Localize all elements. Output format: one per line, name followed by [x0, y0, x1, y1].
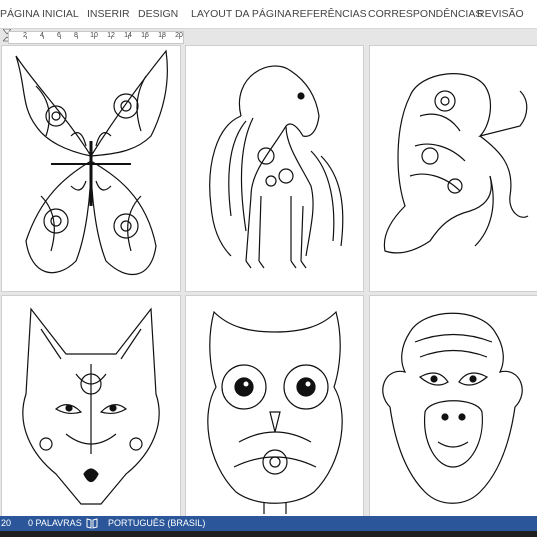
document-pages-area[interactable] [0, 44, 537, 516]
tab-revisao[interactable]: REVISÃO [477, 8, 524, 20]
tab-layout-da-pagina[interactable]: LAYOUT DA PÁGINA [191, 8, 292, 20]
page-elephant[interactable] [370, 46, 537, 291]
book-check-icon[interactable] [86, 517, 98, 531]
page-monkey[interactable] [370, 296, 537, 516]
ruler-tick [93, 36, 95, 39]
horse-mandala-icon [209, 65, 344, 269]
butterfly-mandala-icon [15, 49, 168, 276]
elephant-mandala-icon [383, 73, 529, 254]
word-count-status[interactable]: 0 PALAVRAS [28, 518, 82, 528]
ruler-tick [145, 36, 147, 39]
ruler-tick [59, 36, 61, 39]
ribbon-tabs: PÁGINA INICIAL INSERIR DESIGN LAYOUT DA … [0, 0, 537, 29]
horizontal-ruler[interactable]: 2 4 6 8 10 12 14 16 18 20 [0, 29, 537, 44]
tab-referencias[interactable]: REFERÊNCIAS [292, 8, 367, 20]
ruler-scale: 2 4 6 8 10 12 14 16 18 20 [8, 31, 184, 44]
tab-pagina-inicial[interactable]: PÁGINA INICIAL [0, 8, 79, 20]
ruler-tick [162, 36, 164, 39]
page-count-status[interactable]: 20 [1, 518, 11, 528]
page-butterfly[interactable] [2, 46, 180, 291]
ruler-tick [42, 36, 44, 39]
language-status[interactable]: PORTUGUÊS (BRASIL) [108, 518, 205, 528]
page-horse[interactable] [186, 46, 363, 291]
owl-mandala-icon [207, 310, 343, 514]
taskbar-strip [0, 531, 537, 537]
ruler-tick [128, 36, 130, 39]
fox-mandala-icon [22, 307, 160, 505]
page-fox[interactable] [2, 296, 180, 516]
tab-inserir[interactable]: INSERIR [87, 8, 130, 20]
ruler-tick [179, 36, 181, 39]
ruler-tick [76, 36, 78, 39]
page-owl[interactable] [186, 296, 363, 516]
ruler-tick [111, 36, 113, 39]
status-bar: 20 0 PALAVRAS PORTUGUÊS (BRASIL) [0, 516, 537, 531]
monkey-mandala-icon [382, 312, 523, 504]
tab-design[interactable]: DESIGN [138, 8, 178, 20]
tab-correspondencias[interactable]: CORRESPONDÊNCIAS [368, 8, 482, 20]
ruler-tick [25, 36, 27, 39]
